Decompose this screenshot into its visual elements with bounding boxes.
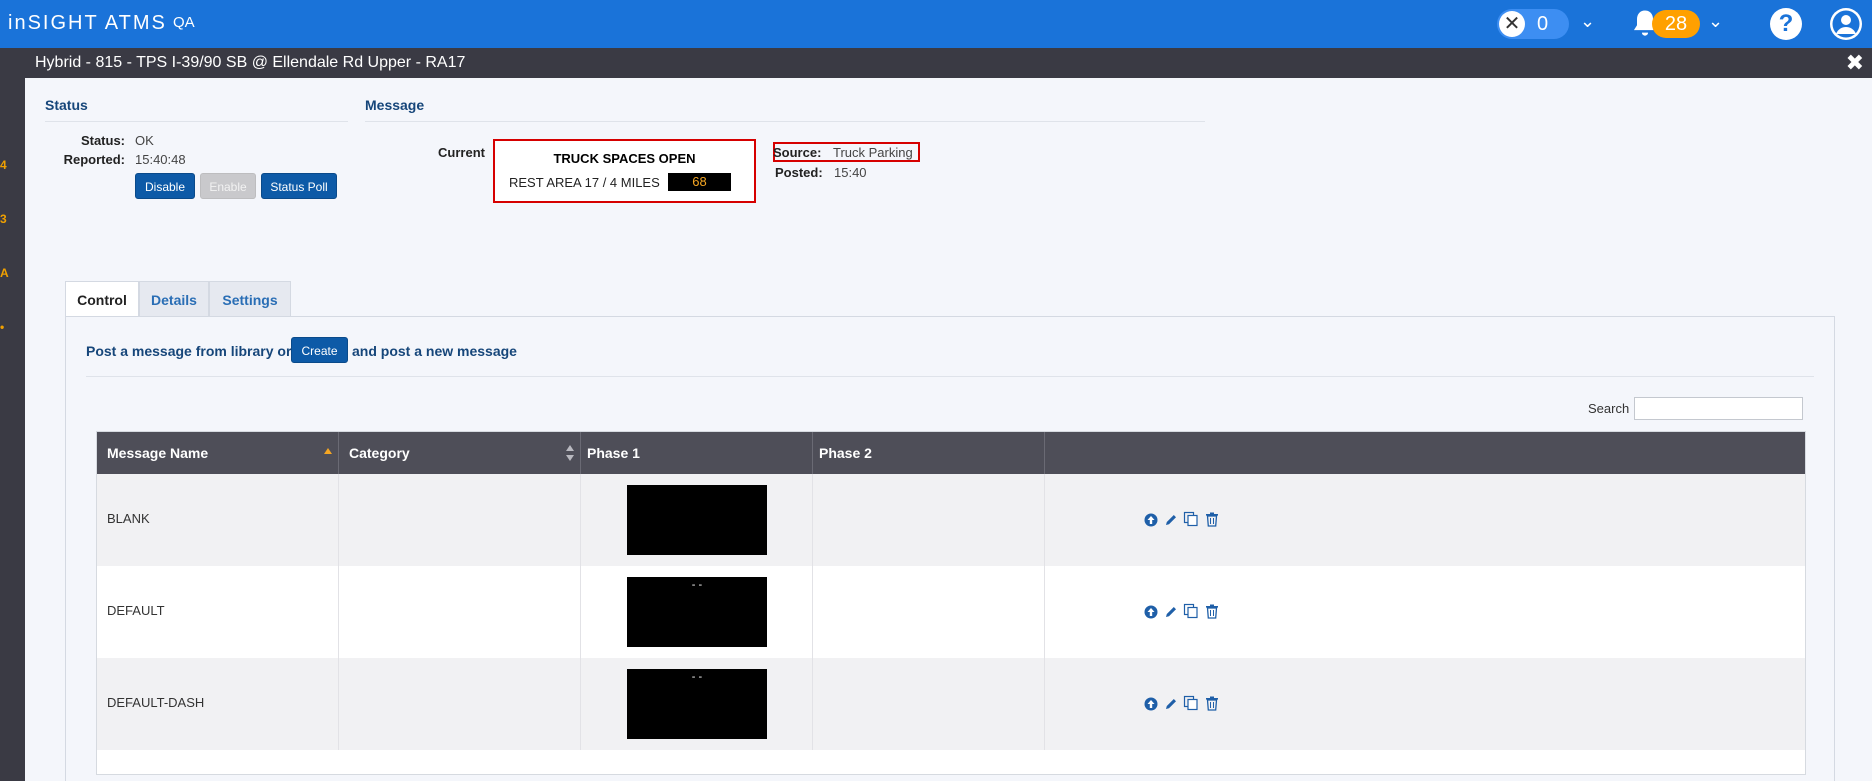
phase-1-preview: - - bbox=[627, 577, 767, 647]
close-circle-icon: ✕ bbox=[1499, 11, 1525, 37]
row-actions bbox=[1144, 511, 1221, 530]
create-button[interactable]: Create bbox=[291, 337, 348, 363]
cleared-counter[interactable]: ✕ 0 bbox=[1497, 9, 1569, 39]
table-row[interactable]: DEFAULT-DASH - - bbox=[97, 658, 1805, 750]
current-message-preview: TRUCK SPACES OPEN REST AREA 17 / 4 MILES… bbox=[493, 139, 756, 203]
status-label: Status: bbox=[80, 133, 125, 148]
tab-details[interactable]: Details bbox=[139, 281, 209, 317]
search-input[interactable] bbox=[1634, 397, 1803, 420]
column-header-message-name[interactable]: Message Name bbox=[97, 432, 339, 474]
side-strip: 4 3 A • bbox=[0, 48, 25, 781]
tab-settings[interactable]: Settings bbox=[209, 281, 291, 317]
column-header-phase-2: Phase 2 bbox=[813, 432, 1045, 474]
sign-line-1: TRUCK SPACES OPEN bbox=[553, 151, 696, 166]
table-row[interactable]: DEFAULT - - bbox=[97, 566, 1805, 658]
disable-button[interactable]: Disable bbox=[135, 173, 195, 199]
delete-icon[interactable] bbox=[1205, 512, 1219, 530]
reported-label: Reported: bbox=[63, 152, 125, 167]
post-icon[interactable] bbox=[1144, 605, 1158, 622]
source-label: Source: bbox=[773, 145, 822, 160]
status-value: OK bbox=[135, 133, 154, 148]
copy-icon[interactable] bbox=[1183, 603, 1199, 622]
close-icon[interactable]: ✖ bbox=[1846, 50, 1864, 76]
side-marker: 4 bbox=[0, 158, 7, 172]
sign-count: 68 bbox=[668, 173, 731, 191]
chevron-down-icon[interactable]: ⌄ bbox=[1708, 11, 1723, 32]
posted-value: 15:40 bbox=[834, 165, 867, 180]
device-title-bar: Hybrid - 815 - TPS I-39/90 SB @ Ellendal… bbox=[25, 48, 1872, 78]
top-bar: inSIGHT ATMS QA ✕ 0 ⌄ 28 ⌄ ? bbox=[0, 0, 1872, 48]
delete-icon[interactable] bbox=[1205, 696, 1219, 714]
message-library-table: Message Name Category Phase 1 Phase 2 BL… bbox=[96, 431, 1806, 775]
row-actions bbox=[1144, 695, 1221, 714]
divider bbox=[86, 376, 1814, 377]
user-icon[interactable] bbox=[1829, 7, 1863, 41]
device-title: Hybrid - 815 - TPS I-39/90 SB @ Ellendal… bbox=[35, 54, 466, 71]
enable-button[interactable]: Enable bbox=[200, 173, 256, 199]
reported-value: 15:40:48 bbox=[135, 152, 186, 167]
column-header-phase-1: Phase 1 bbox=[581, 432, 813, 474]
side-marker: • bbox=[0, 320, 5, 334]
side-marker: A bbox=[0, 266, 9, 280]
row-actions bbox=[1144, 603, 1221, 622]
copy-icon[interactable] bbox=[1183, 695, 1199, 714]
column-header-actions bbox=[1045, 432, 1805, 474]
source-value: Truck Parking bbox=[833, 145, 913, 160]
status-heading: Status bbox=[45, 97, 88, 113]
sign-line-2: REST AREA 17 / 4 MILES bbox=[509, 175, 660, 190]
message-heading: Message bbox=[365, 97, 425, 113]
sort-ascending-icon bbox=[324, 448, 332, 454]
copy-icon[interactable] bbox=[1183, 511, 1199, 530]
post-prefix: Post a message from library or bbox=[86, 343, 292, 359]
post-icon[interactable] bbox=[1144, 513, 1158, 530]
phase-1-preview bbox=[627, 485, 767, 555]
help-icon[interactable]: ? bbox=[1770, 8, 1802, 40]
side-marker: 3 bbox=[0, 212, 7, 226]
column-header-category[interactable]: Category bbox=[339, 432, 581, 474]
phase-1-preview: - - bbox=[627, 669, 767, 739]
status-poll-button[interactable]: Status Poll bbox=[261, 173, 337, 199]
divider bbox=[365, 121, 1205, 122]
search-label: Search bbox=[1588, 401, 1630, 416]
cleared-count: 0 bbox=[1537, 13, 1549, 35]
notification-badge[interactable]: 28 bbox=[1652, 10, 1700, 38]
message-name: DEFAULT-DASH bbox=[107, 695, 205, 710]
chevron-down-icon[interactable]: ⌄ bbox=[1580, 11, 1595, 32]
edit-icon[interactable] bbox=[1164, 697, 1178, 714]
sort-icon bbox=[566, 445, 574, 461]
message-name: BLANK bbox=[107, 511, 150, 526]
table-row[interactable]: BLANK bbox=[97, 474, 1805, 566]
app-brand[interactable]: inSIGHT ATMS bbox=[8, 12, 167, 35]
current-label: Current bbox=[438, 145, 485, 160]
tab-control[interactable]: Control bbox=[65, 281, 139, 317]
environment-label: QA bbox=[173, 14, 195, 31]
posted-label: Posted: bbox=[775, 165, 823, 180]
delete-icon[interactable] bbox=[1205, 604, 1219, 622]
message-name: DEFAULT bbox=[107, 603, 165, 618]
edit-icon[interactable] bbox=[1164, 513, 1178, 530]
post-suffix: and post a new message bbox=[352, 343, 517, 359]
edit-icon[interactable] bbox=[1164, 605, 1178, 622]
post-icon[interactable] bbox=[1144, 697, 1158, 714]
divider bbox=[45, 121, 348, 122]
table-header: Message Name Category Phase 1 Phase 2 bbox=[97, 432, 1805, 474]
